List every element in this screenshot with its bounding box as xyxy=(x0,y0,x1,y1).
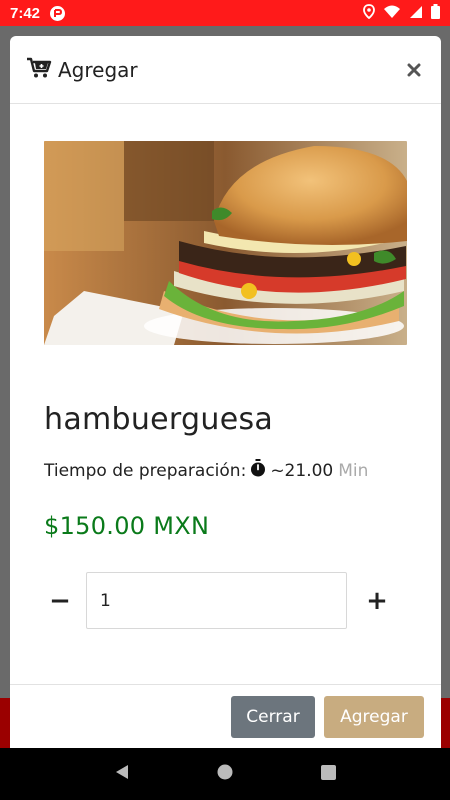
recents-icon[interactable] xyxy=(321,764,337,784)
quantity-input[interactable] xyxy=(86,572,347,629)
modal-title: Agregar xyxy=(58,57,138,82)
signal-icon xyxy=(409,4,423,23)
stopwatch-icon xyxy=(250,459,266,482)
home-icon[interactable] xyxy=(217,764,233,784)
add-to-cart-modal: Agregar hambuerguesa Tiempo de preparaci… xyxy=(10,36,441,748)
cancel-button[interactable]: Cerrar xyxy=(231,695,315,738)
cart-plus-icon xyxy=(26,57,52,83)
modal-body: hambuerguesa Tiempo de preparación: ~21.… xyxy=(10,104,441,629)
modal-header: Agregar xyxy=(10,36,441,104)
product-image xyxy=(44,141,407,345)
decrease-quantity-button[interactable]: − xyxy=(30,572,90,629)
product-price: $150.00 MXN xyxy=(44,512,210,540)
product-name: hambuerguesa xyxy=(44,402,274,437)
system-navigation-bar xyxy=(0,748,450,800)
modal-footer: Cerrar Agregar xyxy=(10,684,441,748)
increase-quantity-button[interactable]: + xyxy=(347,572,407,629)
preparation-time: Tiempo de preparación: ~21.00 Min xyxy=(44,459,407,482)
wifi-icon xyxy=(383,4,401,23)
battery-icon xyxy=(431,3,440,23)
prep-unit: Min xyxy=(338,460,369,481)
add-button[interactable]: Agregar xyxy=(324,695,424,738)
app-notification-icon xyxy=(50,5,66,21)
prep-value: ~21.00 xyxy=(270,460,334,481)
back-icon[interactable] xyxy=(114,764,130,784)
quantity-stepper: − + xyxy=(30,572,407,629)
close-icon xyxy=(407,63,421,76)
status-bar: 7:42 xyxy=(0,0,450,26)
location-icon xyxy=(363,3,375,23)
status-time: 7:42 xyxy=(10,4,41,22)
prep-label: Tiempo de preparación: xyxy=(44,460,247,481)
close-button[interactable] xyxy=(403,59,425,81)
